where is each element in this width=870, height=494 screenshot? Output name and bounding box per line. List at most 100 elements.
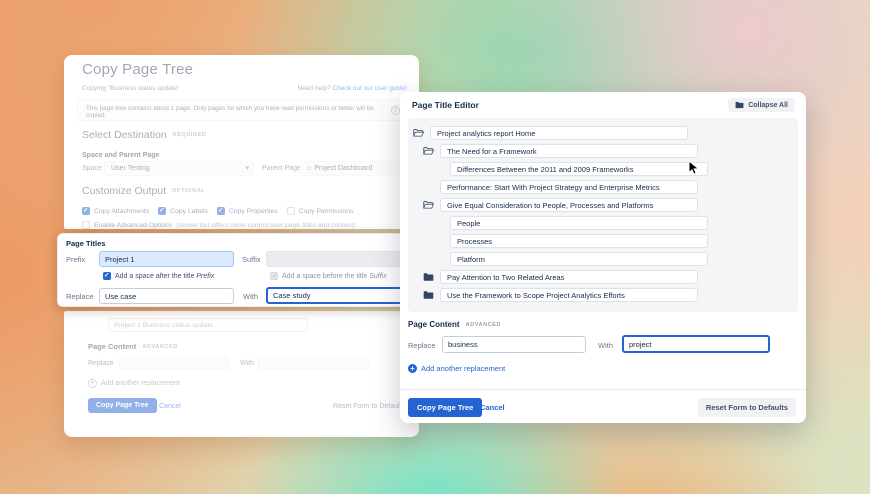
editor-page-content-heading: Page Content	[408, 320, 460, 329]
page-title-input[interactable]	[450, 216, 708, 230]
parent-page-select[interactable]: ⌂ Project Dashboard ▾	[300, 161, 412, 176]
suffix-label: Suffix	[242, 255, 261, 264]
mouse-cursor	[688, 160, 700, 181]
banner-text: This page tree contains about 1 page. On…	[86, 105, 374, 119]
page-title-input[interactable]	[440, 144, 698, 158]
copy-permissions-label: Copy Permissions	[299, 208, 354, 215]
enable-advanced-options-label: Enable Advanced Options	[94, 222, 172, 229]
copy-permissions-checkbox[interactable]	[287, 207, 295, 215]
page-title-editor-heading: Page Title Editor	[412, 100, 479, 110]
tree-row	[408, 142, 798, 160]
plus-icon: +	[408, 364, 417, 373]
copy-labels-label: Copy Labels	[170, 208, 208, 215]
prefix-space-checkbox[interactable]	[103, 272, 111, 280]
folder-closed-icon[interactable]	[423, 272, 434, 282]
add-replacement-link[interactable]: Add another replacement	[101, 380, 180, 387]
marketing-background: Copy Page Tree Copying "Business status …	[0, 0, 870, 494]
advanced-tag: ADVANCED	[142, 344, 178, 350]
chevron-down-icon: ▾	[245, 165, 249, 172]
tree-row	[408, 250, 798, 268]
space-select-value: User Testing	[111, 165, 150, 172]
titles-replace-label: Replace	[66, 292, 94, 301]
plus-icon: +	[88, 379, 97, 388]
space-select[interactable]: User Testing ▾	[104, 161, 254, 176]
prefix-input[interactable]	[99, 251, 234, 267]
home-icon: ⌂	[307, 165, 311, 172]
editor-advanced-tag: ADVANCED	[466, 322, 502, 328]
page-title-input[interactable]	[440, 288, 698, 302]
optional-tag: OPTIONAL	[172, 188, 205, 194]
footer-divider	[400, 389, 806, 390]
editor-replace-label: Replace	[408, 341, 436, 350]
prefix-space-label-em: Prefix	[196, 273, 214, 280]
content-replace-input[interactable]	[119, 356, 229, 370]
page-content-heading: Page Content	[88, 342, 136, 351]
copy-attachments-label: Copy Attachments	[94, 208, 149, 215]
folder-open-icon[interactable]	[423, 200, 434, 210]
copy-page-tree-dialog-top: Copy Page Tree Copying "Business status …	[64, 55, 419, 229]
enable-advanced-options-checkbox[interactable]	[82, 221, 90, 229]
cancel-button[interactable]: Cancel	[159, 403, 181, 410]
space-parent-group-label: Space and Parent Page	[82, 152, 159, 159]
page-title-editor-panel: Page Title Editor Collapse All	[400, 92, 806, 423]
page-title-input[interactable]	[430, 126, 688, 140]
tree-row	[408, 196, 798, 214]
copy-labels-checkbox[interactable]	[158, 207, 166, 215]
with-label: With	[240, 360, 254, 367]
suffix-space-label-em: Suffix	[369, 273, 387, 280]
tree-row	[408, 268, 798, 286]
suffix-space-checkbox[interactable]	[270, 272, 278, 280]
titles-with-input[interactable]	[266, 287, 412, 304]
copy-properties-checkbox[interactable]	[217, 207, 225, 215]
user-guide-link[interactable]: Check out our user guide!	[333, 85, 407, 92]
parent-page-select-value: Project Dashboard	[314, 165, 372, 172]
page-title-input[interactable]	[450, 234, 708, 248]
copy-properties-label: Copy Properties	[229, 208, 278, 215]
info-banner: This page tree contains about 1 page. On…	[77, 99, 407, 121]
page-title-input[interactable]	[440, 270, 698, 284]
tree-row	[408, 178, 798, 196]
content-with-input[interactable]	[258, 356, 370, 370]
suffix-space-label: Add a space before the title	[282, 273, 367, 280]
folder-closed-icon[interactable]	[423, 290, 434, 300]
page-title-input[interactable]	[450, 162, 708, 176]
folder-open-icon[interactable]	[423, 146, 434, 156]
tree-row	[408, 124, 798, 142]
suffix-input[interactable]	[266, 251, 412, 267]
folder-closed-icon	[735, 101, 744, 109]
tree-row	[408, 160, 798, 178]
replace-label: Replace	[88, 360, 114, 367]
page-titles-panel: Page Titles Prefix Suffix Add a space af…	[57, 233, 413, 307]
editor-reset-form-button[interactable]: Reset Form to Defaults	[698, 398, 796, 417]
title-preview-input[interactable]	[108, 318, 308, 332]
need-help-text: Need help?	[298, 85, 331, 92]
editor-with-input[interactable]	[622, 335, 770, 353]
copy-page-tree-button[interactable]: Copy Page Tree	[88, 398, 157, 413]
info-icon[interactable]: i	[391, 106, 400, 115]
editor-with-label: With	[598, 341, 613, 350]
page-titles-heading: Page Titles	[66, 239, 105, 248]
parent-page-label: Parent Page	[262, 165, 301, 172]
reset-form-button[interactable]: Reset Form to Defaults	[333, 403, 405, 410]
prefix-space-label: Add a space after the title	[115, 273, 194, 280]
editor-replace-input[interactable]	[442, 336, 586, 353]
page-title: Copy Page Tree	[82, 61, 193, 78]
tree-row	[408, 232, 798, 250]
collapse-all-button[interactable]: Collapse All	[728, 98, 795, 112]
editor-copy-page-tree-button[interactable]: Copy Page Tree	[408, 398, 482, 417]
collapse-all-label: Collapse All	[748, 102, 788, 109]
page-title-input[interactable]	[440, 180, 698, 194]
folder-open-icon[interactable]	[413, 128, 424, 138]
page-title-tree	[408, 118, 798, 312]
enable-advanced-options-note: (slower but offers more control over pag…	[176, 222, 355, 229]
copy-attachments-checkbox[interactable]	[82, 207, 90, 215]
select-destination-heading: Select Destination	[82, 129, 167, 141]
customize-output-heading: Customize Output	[82, 185, 166, 197]
prefix-label: Prefix	[66, 255, 85, 264]
space-label: Space	[82, 165, 102, 172]
editor-add-replacement-link[interactable]: Add another replacement	[421, 364, 505, 373]
editor-cancel-button[interactable]: Cancel	[480, 403, 505, 412]
page-title-input[interactable]	[450, 252, 708, 266]
titles-replace-input[interactable]	[99, 288, 234, 304]
page-title-input[interactable]	[440, 198, 698, 212]
